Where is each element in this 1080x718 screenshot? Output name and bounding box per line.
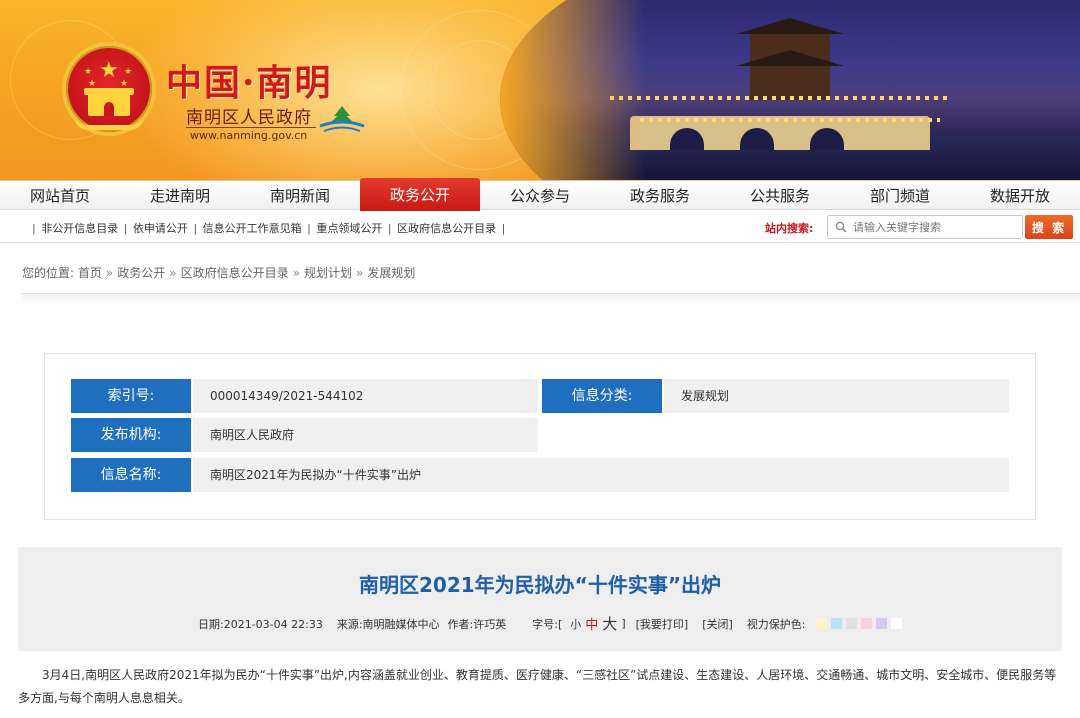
eye-color-swatch-yellow[interactable]: [815, 618, 827, 629]
print-link[interactable]: [我要打印]: [636, 616, 689, 632]
site-title: 中国·南明: [166, 62, 333, 104]
info-name-label: 信息名称:: [71, 458, 191, 492]
font-size-large[interactable]: 大: [602, 613, 617, 634]
national-emblem-icon: ★ ★ ★ ★ ★: [62, 42, 156, 136]
search-input[interactable]: [853, 218, 1019, 236]
breadcrumb-government-affairs[interactable]: 政务公开: [117, 266, 165, 280]
eye-color-swatch-gray[interactable]: [845, 618, 857, 629]
site-url: www.nanming.gov.cn: [190, 129, 308, 142]
header-banner: ★ ★ ★ ★ ★ 中国·南明 南明区人民政府 www.nanming.gov.…: [0, 0, 1080, 180]
category-label: 信息分类:: [542, 379, 662, 413]
main-nav: 网站首页 走进南明 南明新闻 政务公开 公众参与 政务服务 公共服务 部门频道 …: [0, 178, 1080, 211]
sublink-key-areas[interactable]: 重点领域公开: [316, 222, 382, 235]
nav-public-services[interactable]: 公共服务: [720, 181, 840, 211]
nav-open-data[interactable]: 数据开放: [960, 181, 1080, 211]
search-button[interactable]: 搜 索: [1025, 215, 1073, 239]
sublink-feedback-box[interactable]: 信息公开工作意见箱: [203, 222, 302, 235]
eye-color-swatch-blue[interactable]: [830, 618, 842, 629]
nav-government-affairs[interactable]: 政务公开: [360, 178, 480, 211]
article-header: 南明区2021年为民拟办“十件实事”出炉 日期:2021-03-04 22:33…: [18, 547, 1062, 651]
index-value: 000014349/2021-544102: [193, 379, 538, 413]
breadcrumb-separator-icon: »: [169, 266, 177, 280]
eye-color-swatch-white[interactable]: [890, 618, 902, 629]
photo-fade: [500, 0, 1080, 180]
article-date: 日期:2021-03-04 22:33: [198, 617, 323, 631]
site-subtitle: 南明区人民政府: [186, 108, 312, 128]
article-body: 3月4日,南明区人民政府2021年拟为民办“十件实事”出炉,内容涵盖就业创业、教…: [18, 668, 1057, 705]
nav-home[interactable]: 网站首页: [0, 181, 120, 211]
nav-about[interactable]: 走进南明: [120, 181, 240, 211]
district-logo-icon: [319, 106, 365, 132]
sublink-apply-disclosure[interactable]: 依申请公开: [133, 222, 188, 235]
breadcrumb-plans[interactable]: 规划计划: [304, 266, 352, 280]
search-icon: [835, 221, 847, 233]
sublink-non-public-catalog[interactable]: 非公开信息目录: [41, 222, 118, 235]
info-panel: 索引号: 000014349/2021-544102 信息分类: 发展规划 发布…: [44, 353, 1036, 520]
breadcrumb-separator-icon: »: [105, 266, 114, 280]
breadcrumb-prefix: 您的位置:: [22, 266, 75, 280]
breadcrumb-separator-icon: »: [292, 266, 300, 280]
publisher-label: 发布机构:: [71, 418, 191, 452]
close-link[interactable]: [关闭]: [702, 616, 733, 632]
eye-color-swatch-purple[interactable]: [875, 618, 887, 629]
info-name-value: 南明区2021年为民拟办“十件实事”出炉: [193, 458, 1009, 492]
nav-news[interactable]: 南明新闻: [240, 181, 360, 211]
sub-links: | 非公开信息目录 | 依申请公开 | 信息公开工作意见箱 | 重点领域公开 |…: [32, 222, 506, 235]
subtitle-underline: [186, 127, 316, 128]
search-box: [827, 215, 1023, 239]
publisher-value: 南明区人民政府: [193, 418, 538, 452]
article-title: 南明区2021年为民拟办“十件实事”出炉: [359, 573, 721, 597]
category-value: 发展规划: [664, 379, 1009, 413]
search-label: 站内搜索:: [765, 222, 814, 235]
breadcrumb-separator-icon: »: [355, 266, 364, 280]
nav-public-participation[interactable]: 公众参与: [480, 181, 600, 211]
breadcrumb: 您的位置: 首页» 政务公开» 区政府信息公开目录» 规划计划» 发展规划: [22, 264, 415, 281]
font-size-medium[interactable]: 中: [585, 614, 598, 633]
article-source: 来源:南明融媒体中心: [336, 617, 440, 631]
breadcrumb-home[interactable]: 首页: [78, 266, 102, 280]
breadcrumb-development-plan[interactable]: 发展规划: [367, 266, 415, 280]
nav-government-services[interactable]: 政务服务: [600, 181, 720, 211]
index-label: 索引号:: [71, 379, 191, 413]
article-meta: 日期:2021-03-04 22:33 来源:南明融媒体中心 作者:许巧英 字号…: [198, 613, 902, 634]
sublink-district-catalog[interactable]: 区政府信息公开目录: [397, 222, 496, 235]
article-author: 作者:许巧英: [447, 617, 507, 631]
section-divider: [22, 293, 1080, 307]
font-size-label: 字号:[: [532, 617, 563, 631]
city-night-photo: [500, 0, 1080, 180]
eye-protection-label: 视力保护色:: [746, 617, 806, 631]
font-size-small[interactable]: 小: [570, 616, 581, 632]
breadcrumb-district-catalog[interactable]: 区政府信息公开目录: [181, 266, 289, 280]
font-size-close-bracket: ]: [621, 617, 626, 630]
nav-departments[interactable]: 部门频道: [840, 181, 960, 211]
eye-color-swatch-pink[interactable]: [860, 618, 872, 629]
